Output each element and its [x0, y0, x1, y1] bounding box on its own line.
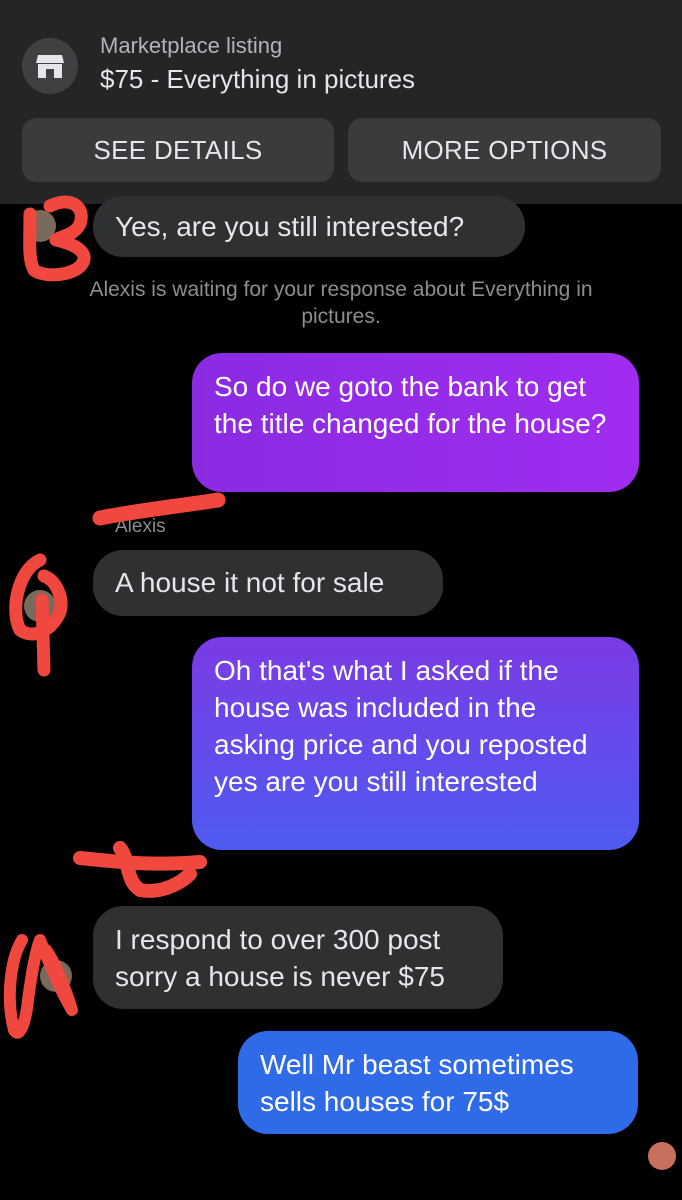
- message-incoming[interactable]: Yes, are you still interested?: [93, 196, 525, 257]
- message-outgoing[interactable]: Oh that's what I asked if the house was …: [192, 637, 639, 850]
- message-outgoing[interactable]: Well Mr beast sometimes sells houses for…: [238, 1031, 638, 1134]
- listing-title[interactable]: $75 - Everything in pictures: [100, 64, 415, 95]
- message-incoming[interactable]: A house it not for sale: [93, 550, 443, 616]
- store-icon: [22, 38, 78, 94]
- message-incoming[interactable]: I respond to over 300 post sorry a house…: [93, 906, 503, 1009]
- read-receipt-avatar: [648, 1142, 676, 1170]
- sender-name: Alexis: [115, 516, 166, 537]
- more-options-button[interactable]: MORE OPTIONS: [348, 118, 661, 182]
- system-note: Alexis is waiting for your response abou…: [89, 278, 593, 328]
- see-details-button[interactable]: SEE DETAILS: [22, 118, 334, 182]
- listing-label: Marketplace listing: [100, 33, 283, 58]
- marketplace-header: Marketplace listing $75 - Everything in …: [0, 0, 682, 204]
- avatar[interactable]: [40, 960, 72, 992]
- message-outgoing[interactable]: So do we goto the bank to get the title …: [192, 353, 639, 492]
- avatar[interactable]: [24, 590, 56, 622]
- avatar[interactable]: [24, 210, 56, 242]
